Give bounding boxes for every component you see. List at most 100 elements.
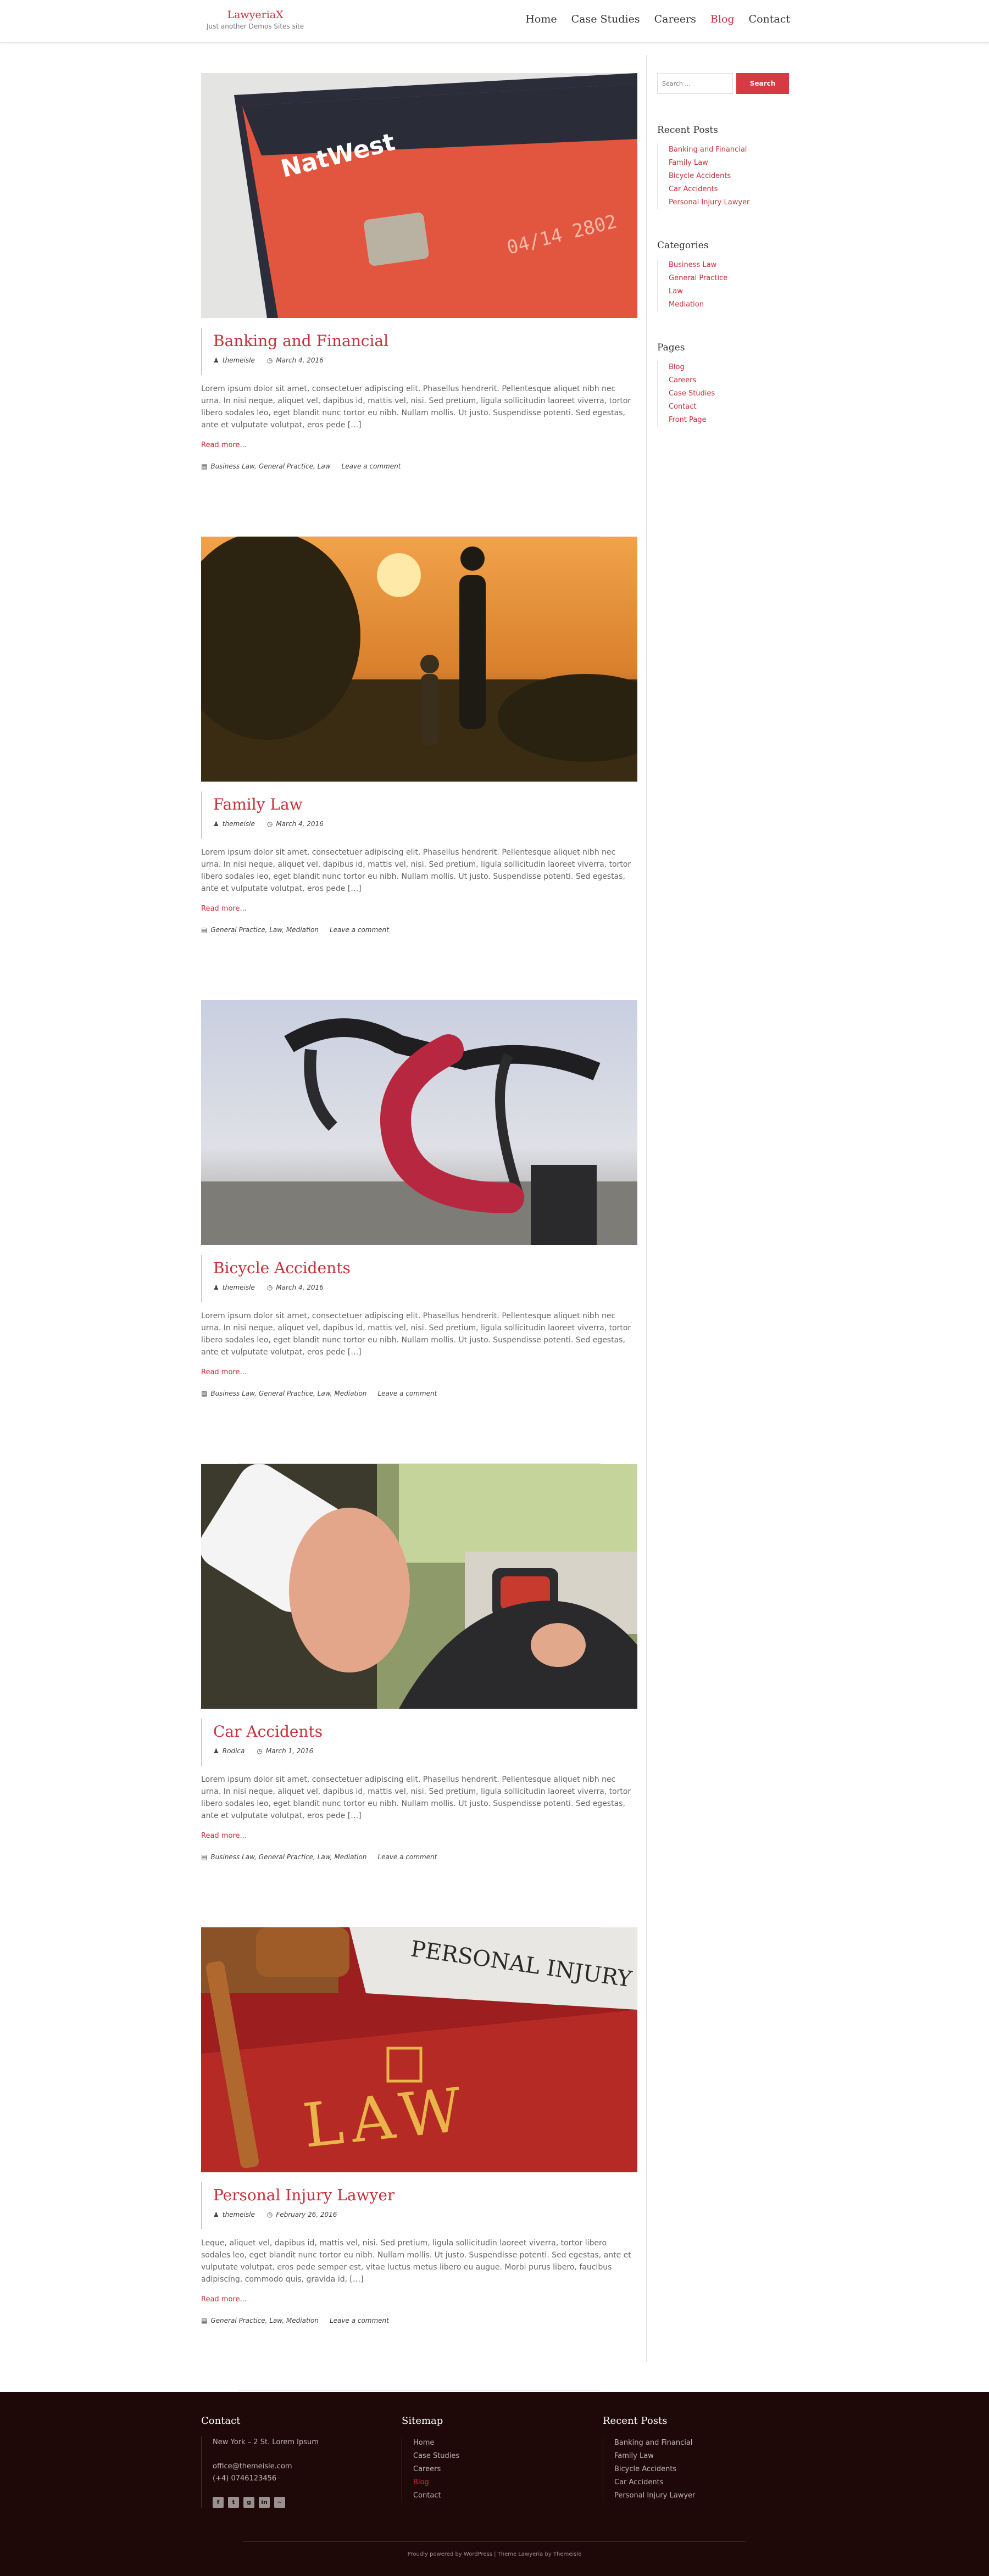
post-thumbnail[interactable] [201,1000,637,1245]
nav-contact[interactable]: Contact [749,13,790,25]
pages-widget: Pages Blog Careers Case Studies Contact … [657,342,789,427]
category-link[interactable]: Law [669,285,789,298]
post-author[interactable]: ♟ themeisle [213,820,255,828]
categories-widget: Categories Business Law General Practice… [657,240,789,311]
categories-links[interactable]: General Practice, Law, Mediation [210,926,319,934]
sitemap-link[interactable]: Contact [413,2489,566,2502]
twitter-icon[interactable]: t [228,2497,239,2508]
leave-comment-link[interactable]: Leave a comment [342,462,401,470]
categories-links[interactable]: General Practice, Law, Mediation [210,2317,319,2324]
categories-links[interactable]: Business Law, General Practice, Law [210,462,330,470]
search-form: Search [657,73,789,94]
recent-post-link[interactable]: Family Law [669,157,789,170]
googleplus-icon[interactable]: g [243,2497,254,2508]
read-more-link[interactable]: Read more... [201,1832,247,1840]
page-link[interactable]: Careers [669,374,789,387]
post-thumbnail[interactable]: NatWest 04/14 2802 [201,73,637,318]
sitemap-link[interactable]: Blog [413,2476,566,2489]
search-input[interactable] [657,73,733,94]
category-link[interactable]: Business Law [669,259,789,272]
facebook-icon[interactable]: f [213,2497,224,2508]
linkedin-icon[interactable]: in [259,2497,270,2508]
page-link[interactable]: Front Page [669,414,789,427]
post-title[interactable]: Bicycle Accidents [213,1257,637,1279]
post-thumbnail[interactable]: PERSONAL INJURY LAW [201,1927,637,2172]
nav-blog[interactable]: Blog [710,13,735,25]
post-date[interactable]: ◷ March 1, 2016 [257,1747,313,1755]
leave-comment-link[interactable]: Leave a comment [330,926,389,934]
categories-links[interactable]: Business Law, General Practice, Law, Med… [210,1853,366,1861]
read-more-link[interactable]: Read more... [201,905,247,913]
post-thumbnail[interactable] [201,537,637,782]
sitemap-link[interactable]: Home [413,2436,566,2450]
post-thumbnail[interactable] [201,1464,637,1709]
recent-post-link[interactable]: Bicycle Accidents [669,170,789,183]
post-categories: ▤ General Practice, Law, Mediation [201,926,319,934]
categories-links[interactable]: Business Law, General Practice, Law, Med… [210,1390,366,1397]
post-author[interactable]: ♟ themeisle [213,356,255,364]
search-button[interactable]: Search [736,73,789,94]
nav-careers[interactable]: Careers [654,13,696,25]
post-title[interactable]: Banking and Financial [213,330,637,352]
date-text: March 4, 2016 [276,356,324,364]
recent-post-link[interactable]: Personal Injury Lawyer [669,196,789,209]
footer-recent-link[interactable]: Banking and Financial [614,2436,768,2450]
recent-post-link[interactable]: Banking and Financial [669,143,789,157]
user-icon: ♟ [213,2211,219,2218]
footer-divider [243,2541,746,2542]
footer-recent-link[interactable]: Personal Injury Lawyer [614,2489,768,2502]
recent-post-link[interactable]: Car Accidents [669,183,789,196]
clock-icon: ◷ [266,2211,273,2218]
read-more-link[interactable]: Read more... [201,2295,247,2304]
sitemap-list: Home Case Studies Careers Blog Contact [402,2436,566,2502]
footer-recent-link[interactable]: Family Law [614,2450,768,2463]
widget-title: Recent Posts [657,125,718,136]
leave-comment-link[interactable]: Leave a comment [377,1390,437,1397]
leave-comment-link[interactable]: Leave a comment [330,2317,389,2324]
footer-recent-link[interactable]: Bicycle Accidents [614,2463,768,2476]
sitemap-link[interactable]: Case Studies [413,2450,566,2463]
post-item: Car Accidents ♟ Rodica ◷ March 1, 2016 Lor… [201,1464,637,1927]
footer-title: Recent Posts [603,2415,668,2427]
folder-icon: ▤ [201,2317,208,2324]
social-icons: f t g in ∼ [213,2497,366,2508]
post-separator [238,2390,601,2391]
post-title[interactable]: Family Law [213,794,637,816]
contact-email[interactable]: office@themeisle.com [213,2461,366,2473]
recent-posts-widget: Recent Posts Banking and Financial Famil… [657,125,789,209]
footer-credit[interactable]: Proudly powered by WordPress | Theme Law… [0,2551,989,2557]
post-author[interactable]: ♟ themeisle [213,2211,255,2218]
page-link[interactable]: Case Studies [669,387,789,400]
read-more-link[interactable]: Read more... [201,441,247,449]
page-link[interactable]: Blog [669,361,789,374]
post-author[interactable]: ♟ themeisle [213,1284,255,1291]
page-link[interactable]: Contact [669,400,789,414]
category-link[interactable]: Mediation [669,298,789,311]
site-branding[interactable]: LawyeriaX Just another Demos Sites site [207,9,304,30]
sitemap-link[interactable]: Careers [413,2463,566,2476]
site-footer: Contact New York – 2 St. Lorem Ipsum off… [0,2392,989,2576]
leave-comment-link[interactable]: Leave a comment [377,1853,437,1861]
post-excerpt: Lorem ipsum dolor sit amet, consectetuer… [201,384,631,430]
post-footer: ▤ Business Law, General Practice, Law, Me… [201,1853,637,1861]
category-link[interactable]: General Practice [669,272,789,285]
post-date[interactable]: ◷ March 4, 2016 [267,1284,324,1291]
date-text: March 1, 2016 [265,1747,314,1755]
nav-home[interactable]: Home [525,13,557,25]
post-excerpt: Lorem ipsum dolor sit amet, consectetuer… [201,1775,631,1820]
user-icon: ♟ [213,356,219,364]
post-date[interactable]: ◷ March 4, 2016 [267,356,324,364]
contact-phone[interactable]: (+4) 0746123456 [213,2473,366,2485]
folder-icon: ▤ [201,926,208,934]
post-date[interactable]: ◷ February 26, 2016 [267,2211,337,2218]
read-more-link[interactable]: Read more... [201,1368,247,1376]
post-date[interactable]: ◷ March 4, 2016 [267,820,324,828]
footer-recent-list: Banking and Financial Family Law Bicycle… [603,2436,768,2502]
post-title[interactable]: Personal Injury Lawyer [213,2184,637,2206]
rss-icon[interactable]: ∼ [274,2497,285,2508]
site-title[interactable]: LawyeriaX [207,9,304,21]
nav-case-studies[interactable]: Case Studies [571,13,640,25]
footer-recent-link[interactable]: Car Accidents [614,2476,768,2489]
post-title[interactable]: Car Accidents [213,1721,637,1743]
post-author[interactable]: ♟ Rodica [213,1747,245,1755]
